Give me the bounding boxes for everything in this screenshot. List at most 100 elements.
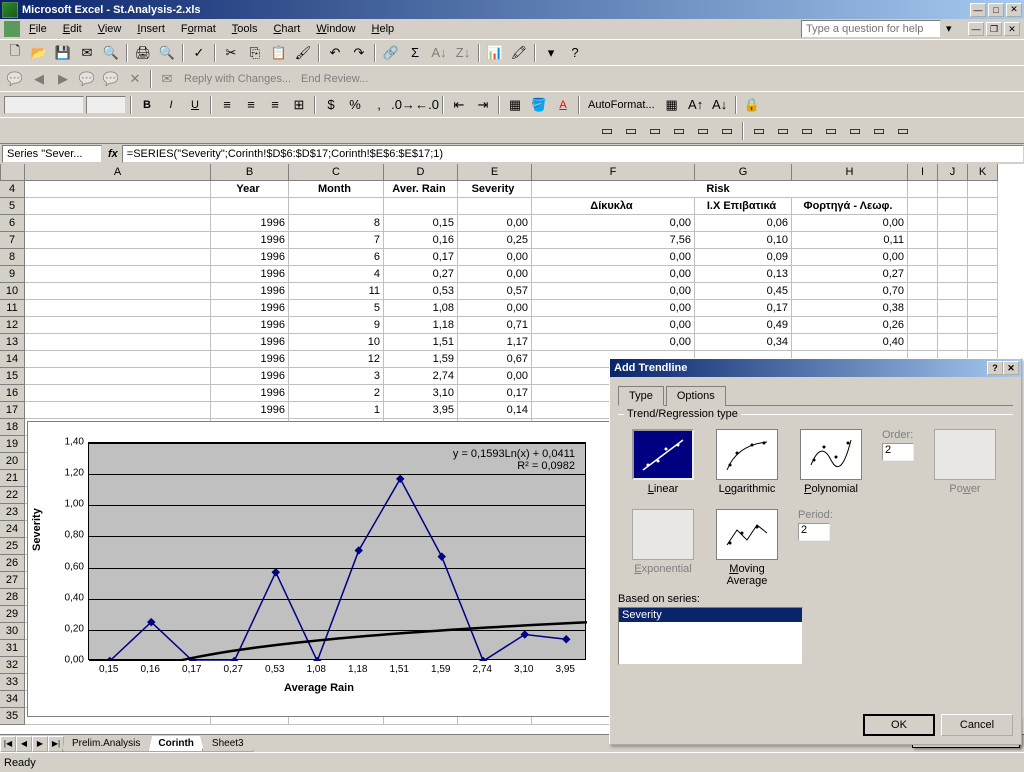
menu-tools[interactable]: Tools xyxy=(225,21,265,37)
cell[interactable]: 0,00 xyxy=(532,215,695,232)
form-button-13[interactable]: ▭ xyxy=(892,120,914,142)
menu-insert[interactable]: Insert xyxy=(130,21,172,37)
row-header[interactable]: 13 xyxy=(0,334,25,351)
cell[interactable] xyxy=(938,283,968,300)
col-header[interactable]: A xyxy=(25,164,211,181)
help-dropdown-icon[interactable]: ▾ xyxy=(946,22,960,36)
cell[interactable]: 1996 xyxy=(211,368,289,385)
align-left-button[interactable]: ≡ xyxy=(216,94,238,116)
cell[interactable]: 0,06 xyxy=(695,215,792,232)
doc-minimize-button[interactable]: — xyxy=(968,22,984,36)
cell[interactable]: 0,17 xyxy=(458,385,532,402)
cell[interactable]: 3,10 xyxy=(384,385,458,402)
row-header[interactable]: 26 xyxy=(0,555,25,572)
fx-icon[interactable]: fx xyxy=(108,148,118,160)
chart-wizard-button[interactable]: 📊 xyxy=(484,42,506,64)
cell[interactable]: 9 xyxy=(289,317,384,334)
col-header[interactable]: J xyxy=(938,164,968,181)
cell[interactable]: 0,00 xyxy=(532,317,695,334)
sort-asc-button[interactable]: A↓ xyxy=(428,42,450,64)
cell[interactable]: 1,18 xyxy=(384,317,458,334)
form-button-12[interactable]: ▭ xyxy=(868,120,890,142)
cell[interactable]: Year xyxy=(211,181,289,198)
col-header[interactable]: H xyxy=(792,164,908,181)
next-sheet-button[interactable]: ▶ xyxy=(32,736,48,752)
cell[interactable] xyxy=(25,198,211,215)
form-button-10[interactable]: ▭ xyxy=(820,120,842,142)
open-button[interactable]: 📂 xyxy=(28,42,50,64)
cell[interactable]: 0,13 xyxy=(695,266,792,283)
row-header[interactable]: 7 xyxy=(0,232,25,249)
cell[interactable]: 0,17 xyxy=(695,300,792,317)
print-button[interactable]: 🖨 xyxy=(132,42,154,64)
cell[interactable] xyxy=(938,334,968,351)
sort-desc-button[interactable]: Z↓ xyxy=(452,42,474,64)
lock-button[interactable]: 🔒 xyxy=(741,94,763,116)
form-button-11[interactable]: ▭ xyxy=(844,120,866,142)
font-size-selector[interactable] xyxy=(86,96,126,114)
cell[interactable] xyxy=(908,215,938,232)
format-painter-button[interactable]: 🖌 xyxy=(292,42,314,64)
cell[interactable] xyxy=(968,232,998,249)
cell[interactable] xyxy=(938,249,968,266)
cell[interactable]: 1,17 xyxy=(458,334,532,351)
ok-button[interactable]: OK xyxy=(863,714,935,736)
row-header[interactable]: 6 xyxy=(0,215,25,232)
menu-window[interactable]: Window xyxy=(309,21,362,37)
cell[interactable]: 0,67 xyxy=(458,351,532,368)
cancel-button[interactable]: Cancel xyxy=(941,714,1013,736)
cell[interactable]: 0,14 xyxy=(458,402,532,419)
cell[interactable]: 0,53 xyxy=(384,283,458,300)
currency-button[interactable]: $ xyxy=(320,94,342,116)
menu-chart[interactable]: Chart xyxy=(266,21,307,37)
form-button-8[interactable]: ▭ xyxy=(772,120,794,142)
col-header[interactable]: E xyxy=(458,164,532,181)
col-header[interactable]: G xyxy=(695,164,792,181)
cell[interactable]: 0,71 xyxy=(458,317,532,334)
cell[interactable]: 1996 xyxy=(211,283,289,300)
cell[interactable]: 0,10 xyxy=(695,232,792,249)
show-comment-button[interactable]: 💬 xyxy=(76,68,98,90)
cell[interactable] xyxy=(968,300,998,317)
next-comment-button[interactable]: ▶ xyxy=(52,68,74,90)
order-spinner[interactable]: 2 xyxy=(882,443,914,461)
cell[interactable]: 1996 xyxy=(211,351,289,368)
row-header[interactable]: 33 xyxy=(0,674,25,691)
cell[interactable] xyxy=(25,266,211,283)
cell[interactable]: 0,26 xyxy=(792,317,908,334)
cell[interactable]: Δίκυκλα xyxy=(532,198,695,215)
period-spinner[interactable]: 2 xyxy=(798,523,830,541)
percent-button[interactable]: % xyxy=(344,94,366,116)
col-header[interactable]: K xyxy=(968,164,998,181)
hyperlink-button[interactable]: 🔗 xyxy=(380,42,402,64)
cell[interactable]: 0,00 xyxy=(532,249,695,266)
row-header[interactable]: 5 xyxy=(0,198,25,215)
cell[interactable]: 1,51 xyxy=(384,334,458,351)
increase-decimal-button[interactable]: .0→ xyxy=(392,94,414,116)
tab-options[interactable]: Options xyxy=(666,386,726,406)
row-header[interactable]: 22 xyxy=(0,487,25,504)
cell[interactable] xyxy=(25,351,211,368)
decrease-decimal-button[interactable]: ←.0 xyxy=(416,94,438,116)
cell[interactable] xyxy=(968,198,998,215)
trend-moving-average[interactable] xyxy=(716,509,778,560)
sheet-tab-corinth[interactable]: Corinth xyxy=(148,736,204,752)
series-item[interactable]: Severity xyxy=(619,608,802,622)
row-header[interactable]: 27 xyxy=(0,572,25,589)
italic-button[interactable]: I xyxy=(160,94,182,116)
cut-button[interactable]: ✂ xyxy=(220,42,242,64)
show-all-comments-button[interactable]: 💬 xyxy=(100,68,122,90)
align-right-button[interactable]: ≡ xyxy=(264,94,286,116)
bold-button[interactable]: B xyxy=(136,94,158,116)
reply-changes-button[interactable]: Reply with Changes... xyxy=(180,73,295,85)
col-header[interactable]: F xyxy=(532,164,695,181)
cell[interactable] xyxy=(25,215,211,232)
trend-linear[interactable] xyxy=(632,429,694,480)
dialog-close-button[interactable]: ✕ xyxy=(1003,361,1019,375)
font-selector[interactable] xyxy=(4,96,84,114)
cell[interactable] xyxy=(968,266,998,283)
merge-center-button[interactable]: ⊞ xyxy=(288,94,310,116)
row-header[interactable]: 21 xyxy=(0,470,25,487)
row-header[interactable]: 19 xyxy=(0,436,25,453)
select-all-corner[interactable] xyxy=(0,164,25,181)
